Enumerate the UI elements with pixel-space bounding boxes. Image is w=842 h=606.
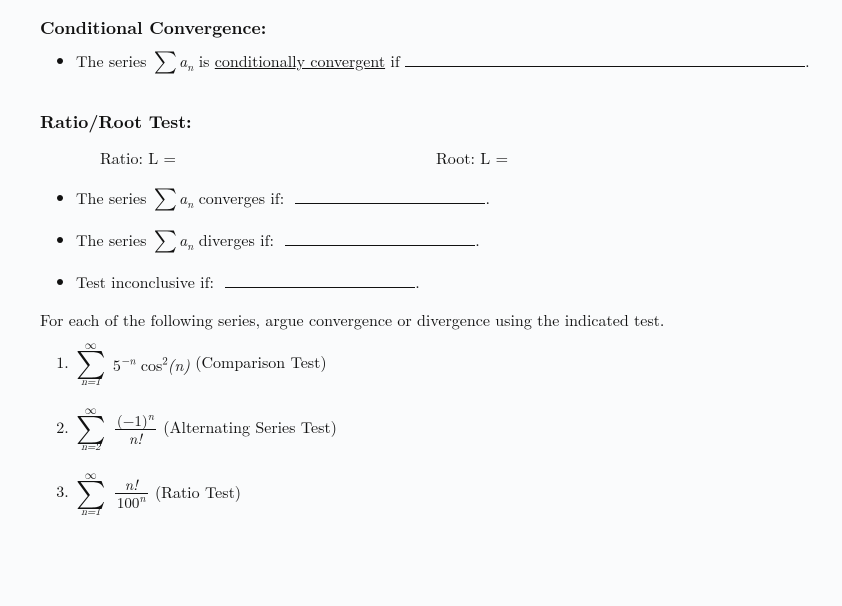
text-the-series-2: The series [76, 186, 146, 209]
problem-3: ∞ ∑ n=1 n! 100n (Ratio Test) [74, 470, 802, 519]
fill-blank-diverges[interactable] [285, 231, 475, 246]
underlined-cond-conv: conditionally convergent [215, 49, 385, 72]
text-if: if [390, 49, 399, 72]
exp-neg-n: −n [121, 353, 136, 368]
fraction-3: n! 100n [115, 477, 148, 510]
conditional-bullets: The series ∑ an is conditionally converg… [40, 50, 802, 76]
num-exp-n: n [148, 409, 154, 424]
test-label-2: (Alternating Series Test) [163, 415, 337, 438]
cos-text: cos [136, 353, 163, 376]
term-an: an [179, 186, 193, 209]
ratio-label-text: Ratio: L = [100, 146, 176, 169]
text-diverges-if: diverges if: [199, 228, 274, 251]
problem-2: ∞ ∑ n=2 (−1)n n! (Alternating Series Tes… [74, 405, 802, 454]
heading-conditional-convergence: Conditional Convergence: [40, 16, 802, 40]
text-the-series-3: The series [76, 228, 146, 251]
text-converges-if: converges if: [199, 186, 284, 209]
test-label-1: (Comparison Test) [195, 350, 326, 373]
document-page: Conditional Convergence: The series ∑ an… [0, 0, 842, 554]
ratio-label: Ratio: L = [100, 147, 176, 169]
term-an: an [179, 49, 193, 72]
problem-1: ∞ ∑ n=1 5−n cos2(n) (Comparison Test) [74, 340, 802, 389]
summand-1: 5−n cos2(n) [113, 354, 190, 376]
text-the-series: The series [76, 49, 146, 72]
bullet-inconclusive: Test inconclusive if: . [76, 271, 802, 293]
sigma-icon: ∞ ∑ n=2 [76, 405, 106, 454]
den-nfact: n! [115, 430, 156, 446]
ratio-root-bullets: The series ∑an converges if: . The serie… [40, 187, 802, 293]
root-label-text: Root: L = [436, 146, 508, 169]
den-exp-n: n [139, 491, 145, 506]
sigma-icon: ∑ [154, 230, 177, 255]
text-is: is [199, 49, 210, 72]
problem-list: ∞ ∑ n=1 5−n cos2(n) (Comparison Test) ∞ … [40, 340, 802, 518]
den-100: 100 [117, 492, 140, 513]
fill-blank-converges[interactable] [295, 188, 485, 203]
intro-text: For each of the following series, argue … [40, 309, 802, 331]
text-inconclusive: Test inconclusive if: [76, 270, 214, 293]
bullet-converges: The series ∑an converges if: . [76, 187, 802, 213]
sigma-icon: ∞ ∑ n=1 [76, 470, 106, 519]
test-label-3: (Ratio Test) [155, 479, 241, 502]
term-an: an [179, 228, 193, 251]
sum-lower: n=1 [76, 378, 106, 389]
root-label: Root: L = [436, 147, 508, 169]
sigma-icon: ∑ [154, 51, 177, 76]
fill-blank-long[interactable] [405, 51, 805, 66]
sigma-icon: ∞ ∑ n=1 [76, 340, 106, 389]
bullet-diverges: The series ∑an diverges if: . [76, 229, 802, 255]
fill-blank-inconclusive[interactable] [225, 273, 415, 288]
sigma-icon: ∑ [154, 188, 177, 213]
base-5: 5 [113, 353, 121, 376]
sum-lower: n=1 [76, 508, 106, 519]
ratio-root-row: Ratio: L = Root: L = [100, 147, 802, 169]
conditional-bullet: The series ∑ an is conditionally converg… [76, 50, 802, 76]
sum-lower: n=2 [76, 443, 106, 454]
fraction-2: (−1)n n! [115, 413, 156, 446]
paren-n: (n) [168, 353, 190, 376]
heading-ratio-root: Ratio/Root Test: [40, 110, 802, 134]
